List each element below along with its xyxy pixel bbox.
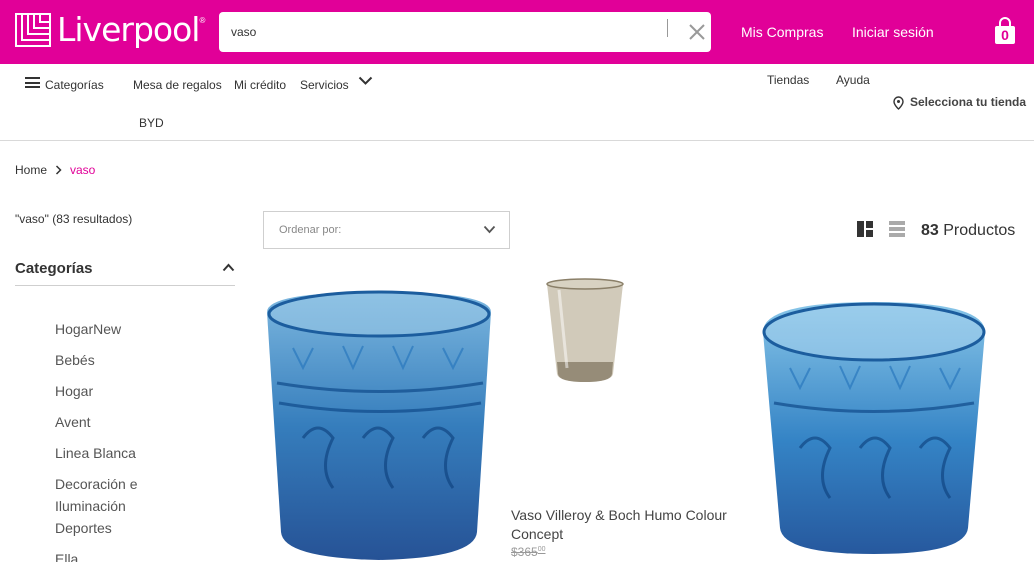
nav-categories[interactable]: Categorías [45, 78, 104, 92]
brand-registered-mark: ® [199, 15, 206, 25]
category-item[interactable]: Deportes [55, 517, 112, 539]
nav-services[interactable]: Servicios [300, 78, 349, 92]
my-purchases-link[interactable]: Mis Compras [741, 24, 823, 40]
category-item[interactable]: Decoración e Iluminación [55, 473, 155, 517]
list-view-icon[interactable] [889, 221, 905, 237]
products-count: 83 Productos [921, 222, 1015, 240]
sort-label: Ordenar por: [279, 224, 342, 236]
chevron-up-icon[interactable] [222, 263, 235, 272]
login-link[interactable]: Iniciar sesión [852, 24, 934, 40]
product-card[interactable] [545, 278, 625, 386]
chevron-down-icon[interactable] [358, 76, 373, 86]
category-item[interactable]: Hogar [55, 380, 93, 402]
results-summary: "vaso" (83 resultados) [15, 212, 133, 226]
category-item[interactable]: HogarNew [55, 318, 121, 340]
search-divider [667, 19, 668, 37]
main-nav: Categorías Mesa de regalos Mi crédito Se… [0, 64, 1034, 141]
product-image[interactable] [545, 278, 625, 386]
breadcrumb-current: vaso [70, 163, 96, 177]
nav-byd[interactable]: BYD [139, 116, 164, 130]
search-input[interactable] [231, 12, 661, 52]
liverpool-logo[interactable]: Liverpool ® [15, 13, 205, 47]
search-box [219, 12, 711, 52]
chevron-down-icon [483, 225, 496, 234]
category-item[interactable]: Bebés [55, 349, 95, 371]
location-pin-icon [893, 96, 904, 110]
category-item[interactable]: Linea Blanca [55, 442, 136, 464]
brand-name: Liverpool [57, 10, 200, 49]
shopping-bag-button[interactable]: 0 [993, 17, 1017, 45]
product-name[interactable]: Vaso Villeroy & Boch Humo Colour Concept [511, 506, 741, 544]
hamburger-icon[interactable] [25, 77, 40, 88]
product-price-cents: 00 [537, 546, 546, 553]
cart-count: 0 [1001, 27, 1009, 43]
nav-stores[interactable]: Tiendas [767, 73, 809, 87]
category-item[interactable]: Ella [55, 548, 78, 562]
nav-gift-registry[interactable]: Mesa de regalos [133, 78, 222, 92]
products-count-label: Productos [943, 222, 1016, 239]
products-count-number: 83 [921, 222, 939, 239]
chevron-right-icon [55, 165, 62, 175]
product-image[interactable] [263, 288, 495, 562]
close-icon[interactable] [686, 21, 708, 43]
select-store-link[interactable]: Selecciona tu tienda [910, 95, 1026, 109]
product-price-amount: $365 [511, 545, 538, 559]
categories-filter-header[interactable]: Categorías [15, 260, 235, 286]
sort-dropdown[interactable]: Ordenar por: [263, 211, 510, 249]
category-item[interactable]: Avent [55, 411, 91, 433]
nav-help[interactable]: Ayuda [836, 73, 870, 87]
categories-filter-title: Categorías [15, 260, 93, 277]
grid-view-icon[interactable] [857, 221, 873, 237]
product-card[interactable] [263, 288, 495, 562]
liverpool-logo-icon [15, 13, 51, 47]
product-price: $36500 [511, 545, 546, 559]
product-card[interactable] [760, 298, 988, 556]
top-bar: Liverpool ® Mis Compras Iniciar sesión 0 [0, 0, 1034, 64]
product-image[interactable] [760, 298, 988, 556]
breadcrumb-home[interactable]: Home [15, 163, 47, 177]
nav-my-credit[interactable]: Mi crédito [234, 78, 286, 92]
